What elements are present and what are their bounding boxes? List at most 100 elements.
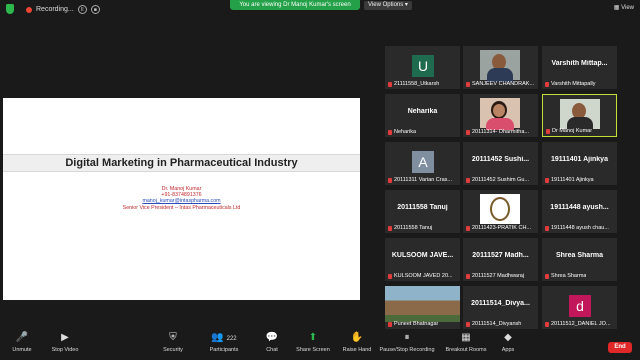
participant-name: 20111314- Dharmitha... xyxy=(472,129,529,135)
participant-name-label: 20111423-PRATIK CH... xyxy=(466,225,531,231)
participant-tile[interactable]: 20111558 Tanuj 20111558 Tanuj xyxy=(385,190,460,233)
meeting-toolbar: 🎤 Unmute ▶ Stop Video ⛨ Security 👥 222 Parti… xyxy=(0,330,640,360)
viewing-banner: You are viewing Dr Manoj Kumar's screen xyxy=(230,0,360,10)
stop-video-button[interactable]: ▶ Stop Video xyxy=(40,332,90,353)
participant-avatar: A xyxy=(412,151,434,173)
participant-name: 20111423-PRATIK CH... xyxy=(472,225,531,231)
participant-tile[interactable]: 20111527 Madh... 20111527 Madhwaraj xyxy=(463,238,538,281)
participant-video xyxy=(480,98,520,130)
participant-avatar: d xyxy=(569,295,591,317)
participant-tile[interactable]: SANJEEV CHANDRAK... xyxy=(463,46,538,89)
stop-icon[interactable]: ■ xyxy=(90,5,100,14)
view-button[interactable]: ▦ View xyxy=(614,4,634,11)
video-camera-icon: ▶ xyxy=(61,332,69,343)
security-button[interactable]: ⛨ Security xyxy=(148,332,198,353)
participant-tile[interactable]: 20111452 Sushi... 20111452 Sushim Gu... xyxy=(463,142,538,185)
slide-title: Digital Marketing in Pharmaceutical Indu… xyxy=(3,154,360,172)
participant-gallery: U 21111558_Utkarsh SANJEEV CHANDRAK... Vars… xyxy=(385,46,625,334)
participant-display-name: Varshith Mittap... xyxy=(551,60,608,67)
participant-tile[interactable]: 20111514_Divya... 20111514_Divyansh xyxy=(463,286,538,329)
mic-muted-icon xyxy=(545,273,549,279)
chat-label: Chat xyxy=(266,347,278,353)
stop-video-label: Stop Video xyxy=(51,347,79,353)
participant-tile[interactable]: 20111423-PRATIK CH... xyxy=(463,190,538,233)
share-screen-button[interactable]: ⬆ Share Screen xyxy=(288,332,338,353)
participant-name: 20111512_DANIEL JO... xyxy=(551,321,611,327)
participant-name: 21111558_Utkarsh xyxy=(394,81,440,87)
unmute-label: Unmute xyxy=(12,347,32,353)
share-screen-label: Share Screen xyxy=(296,347,330,353)
participant-name-label: Varshith Mittapally xyxy=(545,81,596,87)
mic-muted-icon xyxy=(466,273,470,279)
presenter-title: Senior Vice President – Intas Pharmaceut… xyxy=(122,204,241,211)
participant-name: 19111448 ayush chau... xyxy=(551,225,609,231)
participant-name-label: 20111514_Divyansh xyxy=(466,321,521,327)
pause-recording-label: Pause/Stop Recording xyxy=(379,347,435,353)
participant-tile[interactable]: Shrea Sharma Shrea Sharma xyxy=(542,238,617,281)
slide-presenter-info: Dr. Manoj Kumar +91-8374891376 manoj_kum… xyxy=(3,186,360,211)
participant-name-label: 20111512_DANIEL JO... xyxy=(545,321,611,327)
participant-tile[interactable]: Neharika Neharika xyxy=(385,94,460,137)
pause-icon[interactable]: II xyxy=(77,5,87,14)
mic-muted-icon xyxy=(545,177,549,183)
participant-display-name: 20111527 Madh... xyxy=(472,252,529,259)
apps-button[interactable]: ◆ Apps xyxy=(483,332,533,353)
participant-name: 20111452 Sushim Gu... xyxy=(472,177,529,183)
participant-display-name: Neharika xyxy=(407,108,438,115)
participant-name: Neharika xyxy=(394,129,417,135)
grid-icon: ▦ xyxy=(613,5,622,11)
raise-hand-label: Raise Hand xyxy=(342,347,372,353)
mic-muted-icon xyxy=(388,81,392,87)
mic-muted-icon xyxy=(388,225,392,231)
participant-tile[interactable]: d 20111512_DANIEL JO... xyxy=(542,286,617,329)
mic-muted-icon xyxy=(545,81,549,87)
participant-display-name: 19111401 Ajinkya xyxy=(551,156,608,163)
participant-name-label: Dr Manoj Kumar xyxy=(546,128,592,134)
participants-button[interactable]: 👥 222 Participants xyxy=(199,332,249,353)
share-arrow-icon: ⬆ xyxy=(308,332,318,343)
participant-tile[interactable]: 19111448 ayush... 19111448 ayush chau... xyxy=(542,190,617,233)
participant-name-label: 21111558_Utkarsh xyxy=(388,81,439,87)
participant-name: Puneet Bhatnagar xyxy=(394,321,439,327)
people-icon: 👥 222 xyxy=(211,332,237,343)
recording-label: Recording... xyxy=(36,6,74,13)
participant-tile[interactable]: U 21111558_Utkarsh xyxy=(385,46,460,89)
participant-display-name: Shrea Sharma xyxy=(555,252,604,259)
apps-icon: ◆ xyxy=(504,332,512,343)
participant-tile[interactable]: KULSOOM JAVE... KULSOOM JAVED 20... xyxy=(385,238,460,281)
mic-muted-icon xyxy=(466,129,470,135)
participant-name-label: 20111314- Dharmitha... xyxy=(466,129,529,135)
participant-video xyxy=(480,50,520,82)
view-options-button[interactable]: View Options ▾ xyxy=(364,1,412,10)
participant-tile[interactable]: Puneet Bhatnagar xyxy=(385,286,460,329)
participant-tile[interactable]: 19111401 Ajinkya 19111401 Ajinkya xyxy=(542,142,617,185)
participant-display-name: 19111448 ayush... xyxy=(550,204,609,211)
participant-tile[interactable]: 20111314- Dharmitha... xyxy=(463,94,538,137)
participant-tile[interactable]: A 20111311 Varian Cras... xyxy=(385,142,460,185)
participant-tile[interactable]: Varshith Mittap... Varshith Mittapally xyxy=(542,46,617,89)
participant-tile[interactable]: Dr Manoj Kumar xyxy=(542,94,617,137)
end-button[interactable]: End xyxy=(608,342,632,353)
mic-muted-icon xyxy=(388,129,392,135)
participant-name-label: 20111527 Madhwaraj xyxy=(466,273,524,279)
breakout-rooms-label: Breakout Rooms xyxy=(445,347,487,353)
participant-display-name: 20111514_Divya... xyxy=(471,300,530,307)
mic-muted-icon xyxy=(545,225,549,231)
mic-muted-icon xyxy=(545,321,549,327)
participant-name: 20111558 Tanuj xyxy=(394,225,433,231)
participant-name: KULSOOM JAVED 20... xyxy=(394,273,453,279)
mic-muted-icon xyxy=(388,177,392,183)
pause-recording-button[interactable]: ⏸ Pause/Stop Recording xyxy=(372,332,442,353)
participant-name-label: SANJEEV CHANDRAK... xyxy=(466,81,534,87)
participant-video xyxy=(560,99,600,131)
shield-icon[interactable] xyxy=(6,4,14,14)
participant-name: 20111514_Divyansh xyxy=(472,321,522,327)
mic-muted-icon xyxy=(388,273,392,279)
mic-muted-icon xyxy=(466,177,470,183)
participant-display-name: 20111558 Tanuj xyxy=(397,204,448,211)
mic-muted-icon xyxy=(388,321,392,327)
participant-name: SANJEEV CHANDRAK... xyxy=(472,81,535,87)
participant-name-label: Neharika xyxy=(388,129,416,135)
participant-name-label: 19111448 ayush chau... xyxy=(545,225,609,231)
apps-label: Apps xyxy=(501,347,515,353)
